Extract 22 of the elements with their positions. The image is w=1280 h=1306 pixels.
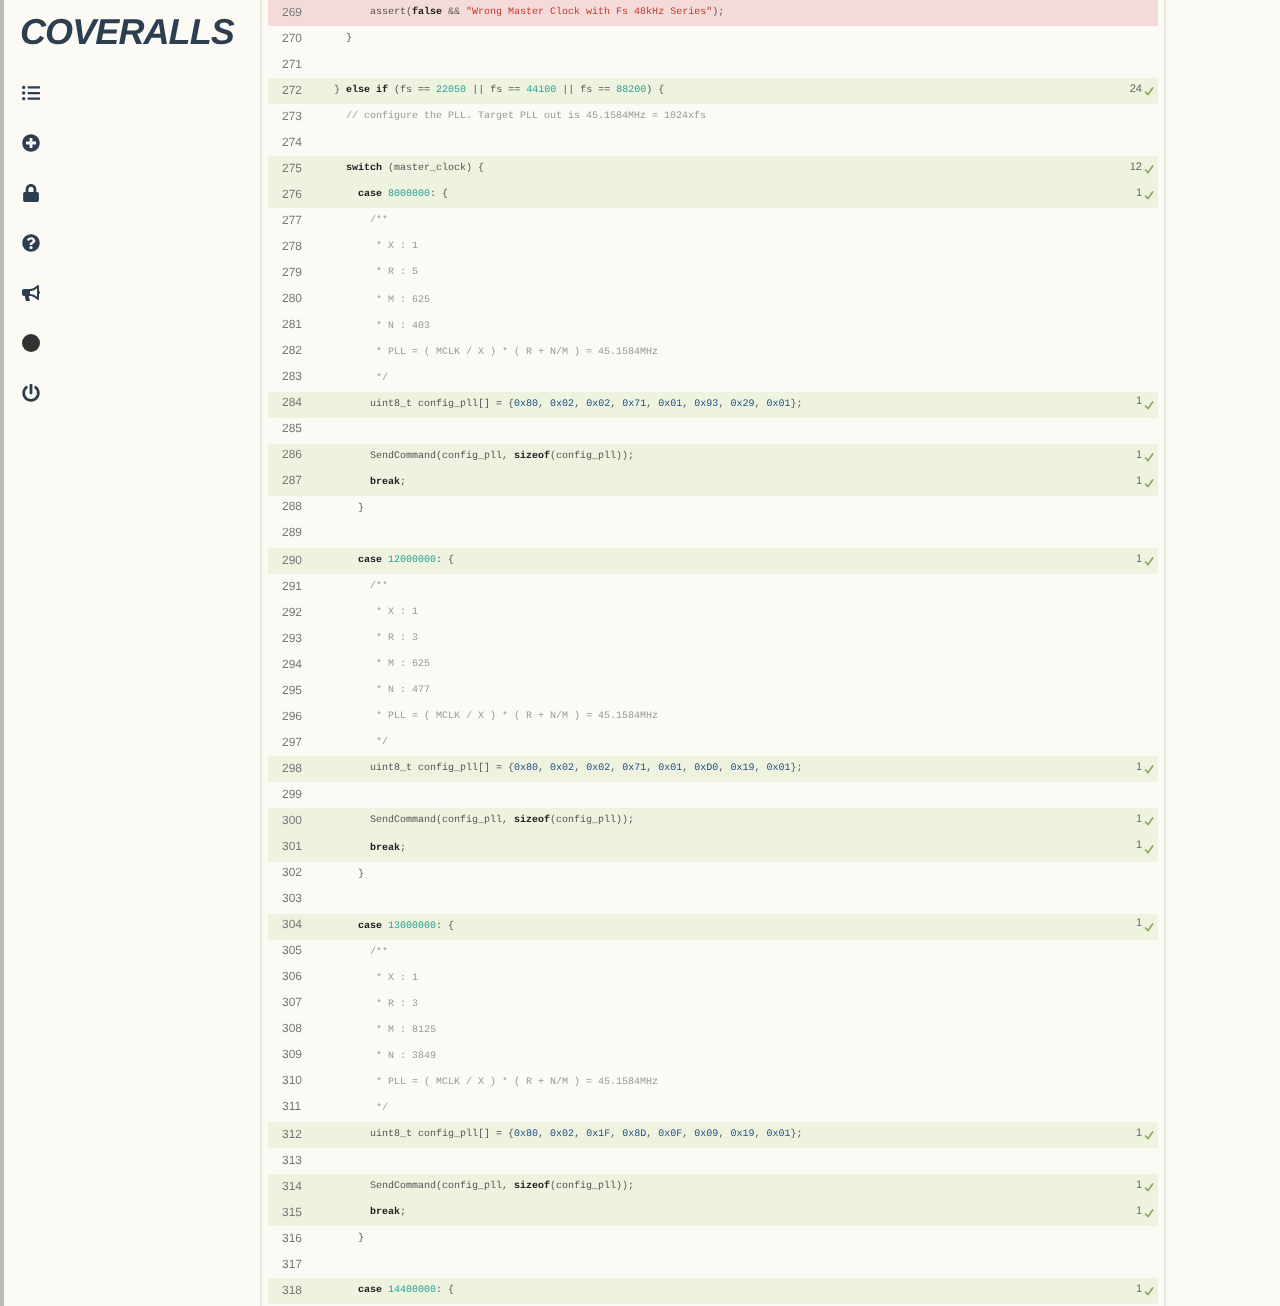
check-icon (1144, 816, 1154, 827)
help-icon[interactable] (22, 234, 40, 252)
check-icon (1144, 556, 1154, 566)
check-icon (1144, 86, 1154, 97)
list-icon[interactable] (22, 84, 40, 102)
check-icon (1144, 1286, 1154, 1297)
check-icon (1144, 1130, 1154, 1141)
check-icon (1144, 477, 1154, 488)
megaphone-icon[interactable] (22, 284, 40, 302)
check-icon (1144, 1208, 1154, 1219)
check-icon (1144, 164, 1154, 175)
lock-icon[interactable] (22, 184, 40, 202)
check-icon (1144, 1182, 1154, 1193)
avatar[interactable] (22, 334, 40, 352)
check-icon (1144, 764, 1154, 775)
check-icon (1144, 921, 1154, 932)
check-icon (1144, 399, 1154, 410)
check-icon (1144, 843, 1154, 854)
check-icon (1144, 451, 1154, 462)
power-icon[interactable] (22, 384, 40, 402)
logo[interactable]: COVERALLS (20, 14, 260, 50)
check-icon (1144, 190, 1154, 201)
